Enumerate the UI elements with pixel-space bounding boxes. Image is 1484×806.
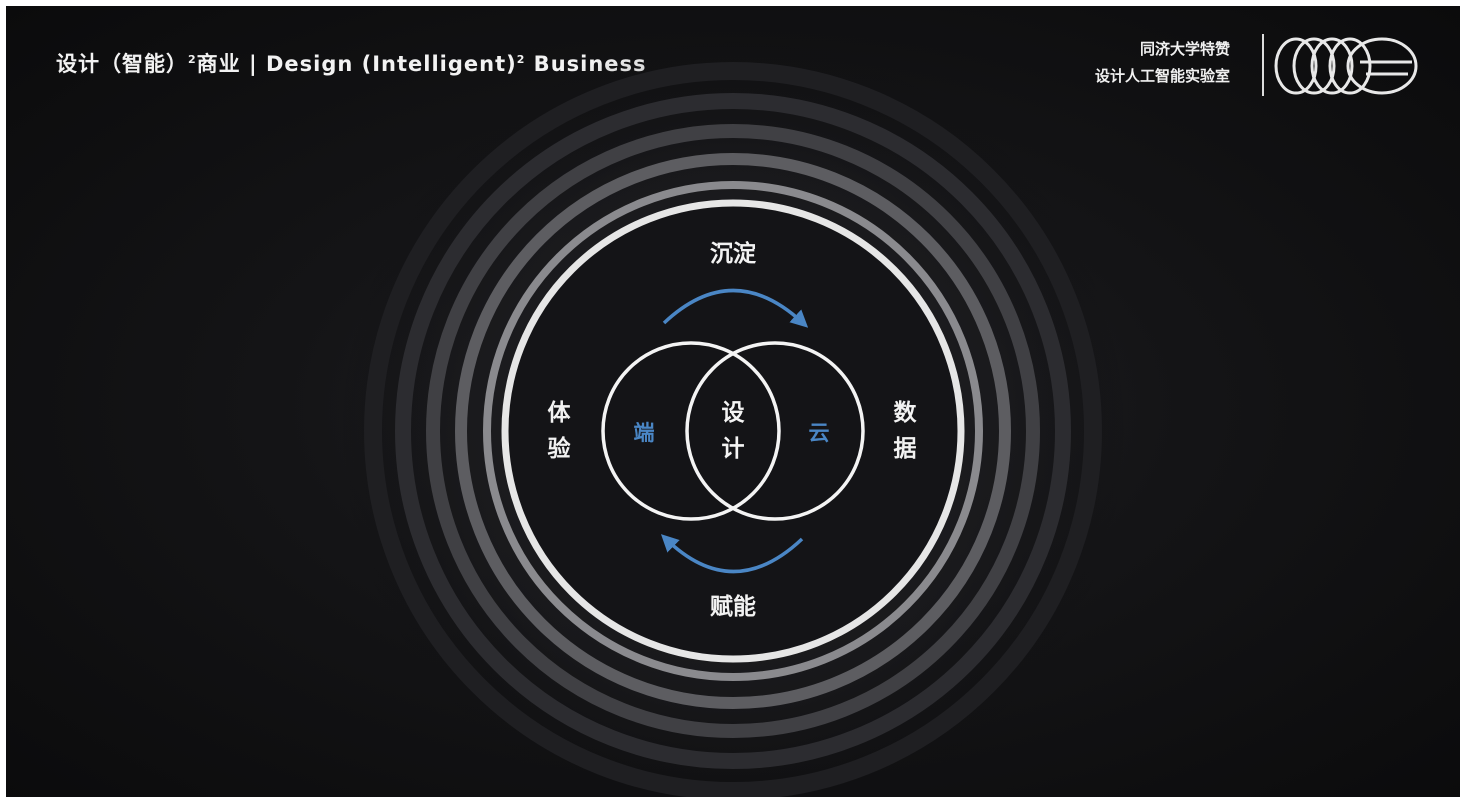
concept-diagram: 沉淀 赋能 体 验 数 据 设 计 端 云 — [338, 36, 1128, 806]
center-label-char-2: 计 — [722, 436, 745, 462]
right-label-char-2: 据 — [894, 436, 917, 462]
left-circle-label: 端 — [634, 421, 655, 445]
center-label-char-1: 设 — [722, 400, 745, 426]
main-ring — [501, 199, 965, 663]
bottom-label: 赋能 — [710, 593, 756, 620]
right-label-char-1: 数 — [894, 400, 918, 426]
top-label: 沉淀 — [710, 240, 757, 267]
left-label-char-1: 体 — [548, 400, 572, 426]
slide: 设计（智能）2商业 | Design (Intelligent)2 Busine… — [6, 6, 1460, 806]
screen: 设计（智能）2商业 | Design (Intelligent)2 Busine… — [0, 0, 1484, 806]
right-circle-label: 云 — [809, 421, 830, 445]
bottom-strip — [0, 797, 1484, 806]
left-label-char-2: 验 — [548, 435, 571, 462]
